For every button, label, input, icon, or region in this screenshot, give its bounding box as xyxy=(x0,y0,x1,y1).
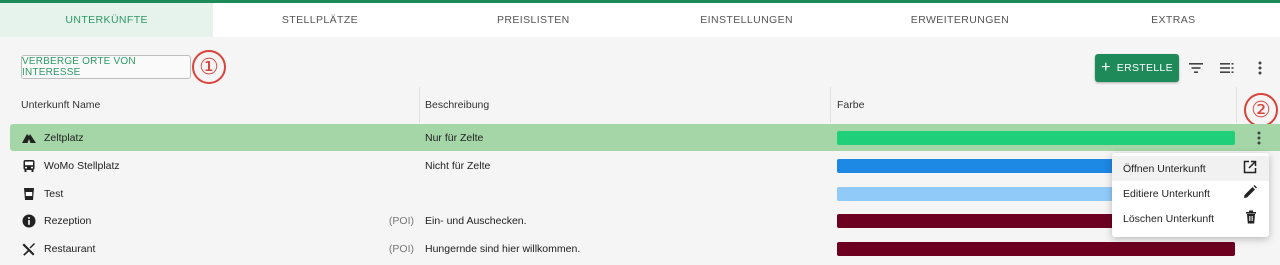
row-name: Test xyxy=(44,187,64,200)
open-in-new-icon xyxy=(1243,160,1257,177)
tab-erweiterungen[interactable]: ERWEITERUNGEN xyxy=(853,3,1066,37)
restaurant-icon xyxy=(21,241,37,257)
menu-item-edit[interactable]: Editiere Unterkunft xyxy=(1112,181,1269,206)
column-header-color[interactable]: Farbe xyxy=(831,87,1237,123)
row-description: Hungernde sind hier willkommen. xyxy=(425,242,581,255)
pencil-icon xyxy=(1243,185,1257,202)
callout-marker-2: ② xyxy=(1244,93,1278,127)
info-icon xyxy=(21,213,37,229)
table-row[interactable]: Rezeption (POI) Ein- und Auschecken. xyxy=(10,207,1280,234)
row-name: Rezeption xyxy=(44,214,92,227)
row-name: Restaurant xyxy=(44,242,96,255)
create-button[interactable]: + ERSTELLE xyxy=(1095,54,1179,82)
table-row[interactable]: Test xyxy=(10,180,1280,207)
column-settings-icon[interactable] xyxy=(1215,56,1239,80)
table-header: Unterkunft Name Beschreibung Farbe xyxy=(10,87,1280,123)
poi-tag: (POI) xyxy=(388,214,414,227)
tab-extras[interactable]: EXTRAS xyxy=(1067,3,1280,37)
more-vert-icon[interactable] xyxy=(1248,56,1272,80)
table-row[interactable]: Restaurant (POI) Hungernde sind hier wil… xyxy=(10,235,1280,262)
table-row[interactable]: WoMo Stellplatz Nicht für Zelte xyxy=(10,152,1280,179)
menu-item-label: Löschen Unterkunft xyxy=(1123,212,1215,225)
row-description: Ein- und Auschecken. xyxy=(425,214,527,227)
camper-icon xyxy=(21,158,37,174)
menu-item-open[interactable]: Öffnen Unterkunft xyxy=(1112,156,1269,181)
tab-einstellungen[interactable]: EINSTELLUNGEN xyxy=(640,3,853,37)
hide-poi-button[interactable]: VERBERGE ORTE VON INTERESSE xyxy=(21,55,191,79)
cup-icon xyxy=(21,186,37,202)
row-more-icon[interactable] xyxy=(1237,131,1280,145)
tab-unterkuenfte[interactable]: UNTERKÜNFTE xyxy=(0,3,214,37)
tent-icon xyxy=(21,130,37,146)
row-description: Nur für Zelte xyxy=(425,131,484,144)
menu-item-label: Editiere Unterkunft xyxy=(1123,187,1210,200)
trash-icon xyxy=(1245,210,1257,227)
color-swatch xyxy=(837,130,1235,145)
create-button-label: ERSTELLE xyxy=(1116,62,1173,74)
tab-bar: UNTERKÜNFTE STELLPLÄTZE PREISLISTEN EINS… xyxy=(0,3,1280,37)
column-header-name[interactable]: Unterkunft Name xyxy=(10,87,420,123)
callout-marker-1: ① xyxy=(192,50,226,84)
menu-item-label: Öffnen Unterkunft xyxy=(1123,162,1206,175)
filter-icon[interactable] xyxy=(1184,56,1208,80)
tab-stellplaetze[interactable]: STELLPLÄTZE xyxy=(213,3,426,37)
row-name: WoMo Stellplatz xyxy=(44,159,120,172)
menu-item-delete[interactable]: Löschen Unterkunft xyxy=(1112,206,1269,231)
color-swatch xyxy=(837,241,1235,256)
poi-tag: (POI) xyxy=(388,242,414,255)
tab-preislisten[interactable]: PREISLISTEN xyxy=(427,3,640,37)
column-header-description[interactable]: Beschreibung xyxy=(420,87,831,123)
row-context-menu: Öffnen Unterkunft Editiere Unterkunft Lö… xyxy=(1112,153,1269,237)
row-name: Zeltplatz xyxy=(44,131,84,144)
row-description: Nicht für Zelte xyxy=(425,159,491,172)
table-row[interactable]: Zeltplatz Nur für Zelte xyxy=(10,124,1280,151)
plus-icon: + xyxy=(1101,59,1111,76)
